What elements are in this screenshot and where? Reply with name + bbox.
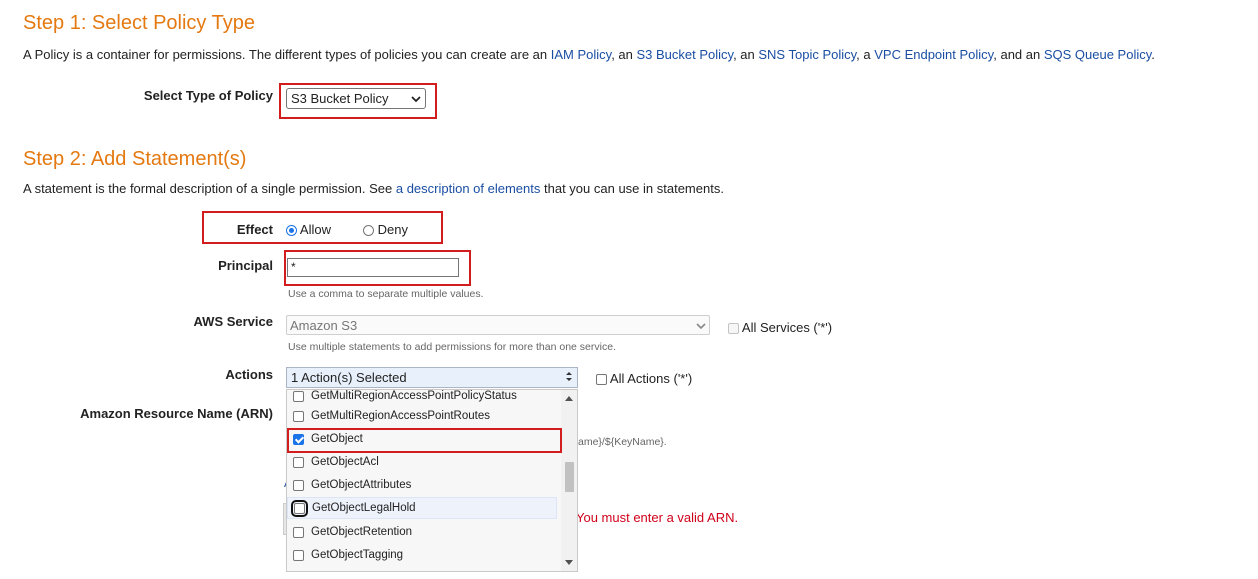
s3-bucket-policy-link[interactable]: S3 Bucket Policy bbox=[636, 47, 733, 62]
chevron-down-icon bbox=[696, 318, 706, 333]
chevron-down-icon bbox=[411, 91, 421, 106]
policy-type-label: Select Type of Policy bbox=[143, 88, 273, 103]
scroll-down-arrow-icon[interactable] bbox=[565, 560, 573, 565]
scrollbar-thumb[interactable] bbox=[565, 462, 574, 492]
desc-text: that you can use in statements. bbox=[540, 181, 724, 196]
sqs-queue-policy-link[interactable]: SQS Queue Policy bbox=[1044, 47, 1151, 62]
arn-label: Amazon Resource Name (ARN) bbox=[80, 406, 273, 421]
action-checkbox[interactable] bbox=[293, 456, 304, 468]
step1-description: A Policy is a container for permissions.… bbox=[23, 47, 1155, 62]
allow-label: Allow bbox=[299, 222, 331, 237]
dropdown-item-hovered[interactable]: GetObjectLegalHold bbox=[287, 497, 557, 519]
effect-allow-option[interactable]: Allow bbox=[286, 222, 331, 237]
iam-policy-link[interactable]: IAM Policy bbox=[551, 47, 611, 62]
aws-service-select[interactable]: Amazon S3 bbox=[286, 315, 710, 335]
aws-service-value: Amazon S3 bbox=[290, 317, 358, 333]
aws-service-label: AWS Service bbox=[193, 314, 274, 329]
dropdown-item[interactable]: GetObjectAttributes bbox=[287, 474, 557, 496]
up-down-arrows-icon bbox=[565, 370, 573, 385]
actions-dropdown-list[interactable]: GetMultiRegionAccessPointPolicyStatus Ge… bbox=[286, 389, 578, 572]
deny-label: Deny bbox=[377, 222, 408, 237]
all-actions-label: All Actions ('*') bbox=[609, 371, 693, 386]
action-checkbox[interactable] bbox=[293, 479, 304, 491]
step1-title: Step 1: Select Policy Type bbox=[23, 12, 255, 34]
action-checkbox[interactable] bbox=[293, 390, 304, 402]
action-label: GetObjectAcl bbox=[311, 456, 379, 468]
step2-title: Step 2: Add Statement(s) bbox=[23, 148, 247, 170]
desc-text: A Policy is a container for permissions.… bbox=[23, 47, 551, 62]
all-services-label: All Services ('*') bbox=[741, 320, 833, 335]
all-actions-checkbox[interactable] bbox=[596, 374, 607, 386]
policy-type-select[interactable]: S3 Bucket Policy bbox=[286, 88, 426, 109]
highlight-box bbox=[287, 428, 562, 453]
effect-label: Effect bbox=[236, 222, 273, 237]
allow-radio[interactable] bbox=[286, 225, 297, 237]
all-actions-option[interactable]: All Actions ('*') bbox=[596, 371, 692, 386]
actions-select[interactable]: 1 Action(s) Selected bbox=[286, 367, 578, 388]
action-checkbox[interactable] bbox=[293, 526, 304, 538]
dropdown-item[interactable]: GetObjectTagging bbox=[287, 544, 557, 566]
dropdown-item[interactable]: GetObjectRetention bbox=[287, 521, 557, 543]
desc-text: A statement is the formal description of… bbox=[23, 181, 396, 196]
desc-text: , an bbox=[733, 47, 759, 62]
aws-service-hint: Use multiple statements to add permissio… bbox=[288, 341, 616, 353]
arn-hint: ame}/${KeyName}. bbox=[578, 436, 667, 448]
action-checkbox[interactable] bbox=[291, 499, 308, 517]
action-label: GetObjectLegalHold bbox=[312, 502, 416, 514]
scroll-up-arrow-icon[interactable] bbox=[565, 396, 573, 401]
all-services-option[interactable]: All Services ('*') bbox=[728, 320, 832, 335]
action-label: GetMultiRegionAccessPointRoutes bbox=[311, 410, 490, 422]
dropdown-item[interactable]: GetMultiRegionAccessPointRoutes bbox=[287, 405, 557, 427]
sns-topic-policy-link[interactable]: SNS Topic Policy bbox=[758, 47, 856, 62]
arn-error-message: You must enter a valid ARN. bbox=[576, 510, 739, 525]
principal-label: Principal bbox=[218, 258, 273, 273]
actions-value: 1 Action(s) Selected bbox=[291, 370, 407, 385]
action-label: GetObjectTagging bbox=[311, 549, 404, 561]
vpc-endpoint-policy-link[interactable]: VPC Endpoint Policy bbox=[874, 47, 993, 62]
desc-text: , and an bbox=[993, 47, 1044, 62]
principal-hint: Use a comma to separate multiple values. bbox=[288, 288, 484, 300]
action-label: GetObjectAttributes bbox=[311, 479, 412, 491]
action-label: GetMultiRegionAccessPointPolicyStatus bbox=[311, 390, 517, 402]
dropdown-item[interactable]: GetObjectAcl bbox=[287, 451, 557, 473]
description-of-elements-link[interactable]: a description of elements bbox=[396, 181, 541, 196]
action-label: GetObjectRetention bbox=[311, 526, 413, 538]
desc-text: . bbox=[1151, 47, 1155, 62]
step2-description: A statement is the formal description of… bbox=[23, 181, 724, 196]
all-services-checkbox[interactable] bbox=[728, 323, 739, 335]
effect-deny-option[interactable]: Deny bbox=[363, 222, 408, 237]
action-checkbox[interactable] bbox=[293, 410, 304, 422]
actions-label: Actions bbox=[225, 367, 273, 382]
desc-text: , an bbox=[611, 47, 637, 62]
action-checkbox[interactable] bbox=[293, 549, 304, 561]
dropdown-scrollbar[interactable] bbox=[561, 390, 577, 571]
policy-type-value: S3 Bucket Policy bbox=[291, 91, 389, 106]
deny-radio[interactable] bbox=[363, 225, 374, 237]
principal-input[interactable]: * bbox=[287, 258, 459, 277]
desc-text: , a bbox=[856, 47, 875, 62]
